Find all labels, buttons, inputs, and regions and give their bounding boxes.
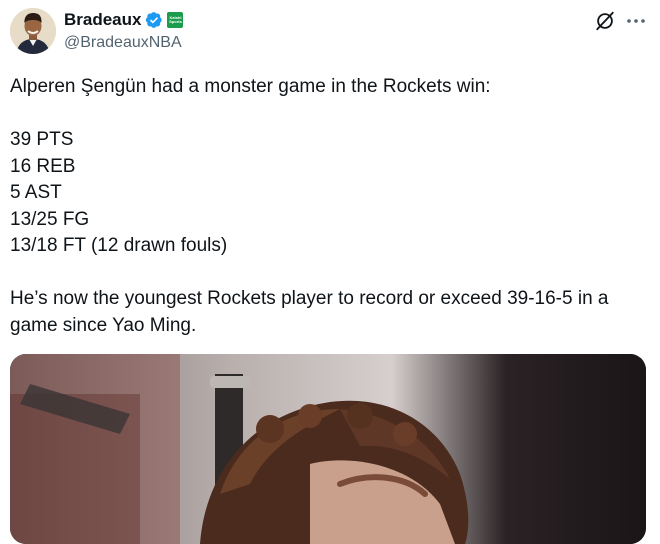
author-handle[interactable]: @BradeauxNBA [64,34,182,52]
verified-badge-icon[interactable] [145,11,163,29]
author-display-name[interactable]: Bradeaux [64,10,141,30]
tweet-text: Alperen Şengün had a monster game in the… [10,76,609,336]
avatar-image [10,8,56,54]
author-avatar[interactable] [10,8,56,54]
tweet-media-photo[interactable] [10,354,646,544]
player-photo [10,354,646,544]
author-name-row: Bradeaux Kalshi Sports [64,10,184,30]
tweet-header: Bradeaux Kalshi Sports @BradeauxNBA [10,8,650,56]
affiliate-badge-icon[interactable]: Kalshi Sports [167,12,184,28]
affiliate-badge-text: Kalshi Sports [169,15,182,24]
more-options-icon[interactable] [624,10,648,32]
grok-icon[interactable] [594,10,616,32]
